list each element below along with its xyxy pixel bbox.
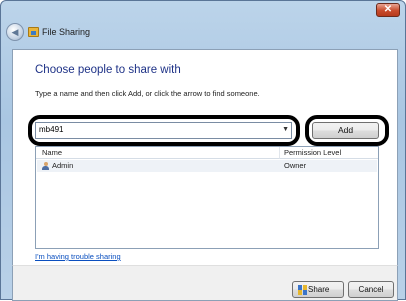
table-row[interactable]: Admin Owner [37, 160, 377, 172]
footer-bar: Share Cancel [12, 265, 398, 301]
uac-shield-icon [298, 285, 307, 295]
permissions-table: Name Permission Level Admin Owner [35, 146, 379, 249]
close-icon: ✕ [383, 4, 393, 15]
window-title: File Sharing [42, 27, 91, 37]
back-button[interactable]: ◀ [6, 23, 24, 41]
trouble-sharing-link[interactable]: I'm having trouble sharing [35, 252, 121, 261]
user-icon [42, 162, 49, 170]
share-label: Share [308, 285, 330, 294]
file-sharing-window: ✕ ◀ File Sharing Choose people to share … [0, 0, 406, 301]
page-heading: Choose people to share with [35, 64, 181, 76]
row-user-name: Admin [52, 161, 74, 170]
file-sharing-icon [28, 27, 39, 37]
instructions-text: Type a name and then click Add, or click… [35, 89, 260, 98]
name-input[interactable]: mb491 ▼ [35, 122, 292, 139]
column-header-permission[interactable]: Permission Level [280, 147, 378, 159]
cancel-button[interactable]: Cancel [348, 281, 394, 298]
back-arrow-icon: ◀ [11, 27, 19, 37]
content-panel: Choose people to share with Type a name … [12, 49, 398, 265]
add-button[interactable]: Add [312, 122, 379, 139]
dropdown-arrow-icon[interactable]: ▼ [282, 126, 289, 133]
name-input-value: mb491 [39, 125, 64, 134]
column-header-name[interactable]: Name [36, 147, 280, 159]
row-permission[interactable]: Owner [284, 160, 306, 172]
close-button[interactable]: ✕ [376, 3, 400, 17]
share-button[interactable]: Share [292, 281, 344, 298]
